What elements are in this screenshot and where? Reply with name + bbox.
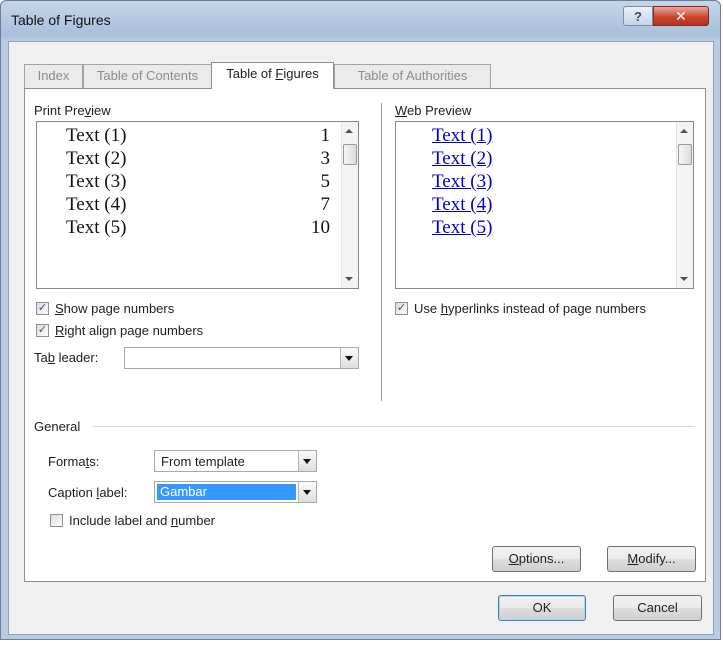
formats-select[interactable]: From template: [154, 450, 317, 472]
tab-leader-select[interactable]: [124, 347, 359, 369]
right-align-label: Right align page numbers: [55, 323, 204, 338]
tab-table-of-contents[interactable]: Table of Contents: [83, 64, 212, 88]
tab-table-of-authorities-label: Table of Authorities: [357, 68, 468, 83]
title-bar[interactable]: Table of Figures ? ✕: [1, 1, 720, 41]
scroll-thumb[interactable]: [343, 144, 357, 165]
check-mark-icon[interactable]: ✓: [395, 302, 408, 315]
print-preview-entry-text: Text (4): [66, 194, 127, 215]
print-preview-entry-page: 7: [320, 194, 331, 215]
print-preview-entry-page: 1: [320, 125, 331, 146]
tab-table-of-figures-label: Table of Figures: [226, 66, 319, 81]
dropdown-arrow-icon[interactable]: [340, 348, 358, 368]
tab-leader-label: Tab leader:: [34, 350, 99, 365]
web-preview-link[interactable]: Text (3): [432, 171, 492, 193]
help-button[interactable]: ?: [623, 6, 653, 26]
scroll-thumb[interactable]: [678, 144, 692, 165]
use-hyperlinks-label: Use hyperlinks instead of page numbers: [414, 301, 646, 316]
scroll-down-arrow-icon[interactable]: [345, 277, 353, 281]
caption-label-select[interactable]: Gambar: [154, 481, 317, 503]
check-mark-icon[interactable]: ✓: [36, 302, 49, 315]
print-preview-entry-page: 5: [320, 171, 331, 192]
include-label-label: Include label and number: [69, 513, 216, 528]
show-page-numbers-label: Show page numbers: [55, 301, 175, 316]
close-button[interactable]: ✕: [653, 6, 709, 26]
print-preview-box[interactable]: Text (1) 1 Text (2) 3 Text (3) 5 Text (4) 7 Text…: [36, 121, 359, 289]
tab-table-of-figures[interactable]: Table of Figures: [211, 62, 334, 89]
print-preview-label: Print Preview: [34, 103, 111, 118]
scroll-up-arrow-icon[interactable]: [345, 129, 353, 133]
dialog-client-area: Index Table of Contents Table of Figures…: [8, 41, 714, 635]
print-preview-entry-text: Text (5): [66, 217, 127, 238]
tab-table-of-contents-label: Table of Contents: [96, 68, 199, 83]
use-hyperlinks-checkbox[interactable]: ✓ Use hyperlinks instead of page numbers: [395, 301, 646, 316]
caption-label-value: Gambar: [157, 484, 296, 500]
web-preview-label: Web Preview: [395, 103, 472, 118]
formats-value: From template: [161, 454, 245, 469]
dropdown-arrow-icon[interactable]: [298, 451, 316, 471]
print-preview-entry-text: Text (3): [66, 171, 127, 192]
table-of-figures-panel: Print Preview Text (1) 1 Text (2) 3 Text (3)…: [24, 88, 706, 582]
web-preview-box[interactable]: Text (1) Text (2) Text (3) Text (4) Text (5): [395, 121, 694, 289]
web-preview-link[interactable]: Text (2): [432, 148, 492, 170]
dialog-window: Table of Figures ? ✕ Index Table of Cont…: [0, 0, 721, 640]
web-preview-link[interactable]: Text (1): [432, 125, 492, 147]
tab-table-of-authorities[interactable]: Table of Authorities: [334, 64, 491, 88]
formats-label: Formats:: [48, 454, 100, 469]
dropdown-arrow-icon[interactable]: [298, 482, 316, 502]
tab-index-label: Index: [37, 68, 70, 83]
print-preview-entry-page: 3: [320, 148, 331, 169]
dialog-title: Table of Figures: [11, 12, 111, 28]
options-button[interactable]: Options...: [492, 546, 581, 572]
web-preview-scrollbar[interactable]: [676, 122, 693, 288]
general-heading: General: [34, 419, 81, 434]
cancel-button[interactable]: Cancel: [613, 595, 702, 621]
tab-index[interactable]: Index: [24, 64, 83, 88]
right-align-page-numbers-checkbox[interactable]: ✓ Right align page numbers: [36, 323, 203, 338]
caption-label-label: Caption label:: [48, 485, 128, 500]
close-icon: ✕: [675, 7, 687, 24]
modify-button[interactable]: Modify...: [607, 546, 696, 572]
ok-button[interactable]: OK: [498, 595, 586, 621]
print-preview-entry-text: Text (1): [66, 125, 127, 146]
column-divider: [381, 103, 382, 401]
general-separator: [93, 426, 695, 427]
show-page-numbers-checkbox[interactable]: ✓ Show page numbers: [36, 301, 174, 316]
check-mark-icon[interactable]: ✓: [36, 324, 49, 337]
print-preview-entry-page: 10: [311, 217, 330, 238]
web-preview-link[interactable]: Text (4): [432, 194, 492, 216]
include-label-and-number-checkbox[interactable]: Include label and number: [50, 513, 215, 528]
print-preview-entry-text: Text (2): [66, 148, 127, 169]
scroll-up-arrow-icon[interactable]: [680, 129, 688, 133]
print-preview-scrollbar[interactable]: [341, 122, 358, 288]
scroll-down-arrow-icon[interactable]: [680, 277, 688, 281]
web-preview-link[interactable]: Text (5): [432, 217, 492, 239]
help-icon: ?: [634, 8, 642, 24]
checkbox-empty-icon[interactable]: [50, 514, 63, 527]
